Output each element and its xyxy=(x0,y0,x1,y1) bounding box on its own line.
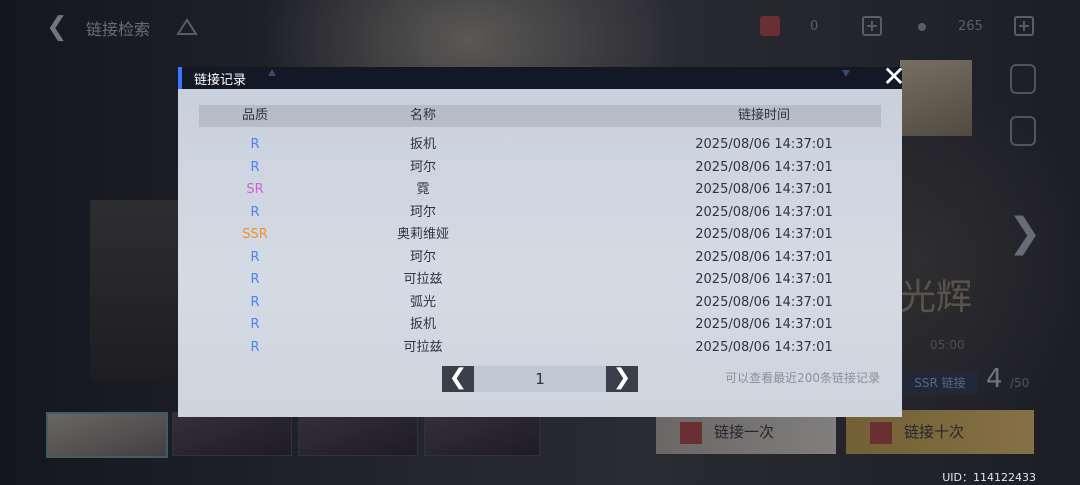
chevron-left-icon: ❮ xyxy=(448,365,468,390)
row-time: 2025/08/06 14:37:01 xyxy=(695,227,833,242)
row-time: 2025/08/06 14:37:01 xyxy=(695,137,833,152)
page-number: 1 xyxy=(535,370,545,388)
table-row: R 可拉兹 2025/08/06 14:37:01 xyxy=(199,337,881,359)
table-row: R 珂尔 2025/08/06 14:37:01 xyxy=(199,247,881,269)
row-quality: SSR xyxy=(242,227,268,242)
table-row: R 扳机 2025/08/06 14:37:01 xyxy=(199,314,881,336)
row-name: 扳机 xyxy=(409,317,436,332)
row-time: 2025/08/06 14:37:01 xyxy=(695,249,833,265)
header-time: 链接时间 xyxy=(737,108,790,123)
header-decoration xyxy=(268,69,276,76)
row-time: 2025/08/06 14:37:01 xyxy=(695,182,833,197)
table-row: R 弧光 2025/08/06 14:37:01 xyxy=(199,292,881,314)
row-quality: R xyxy=(250,294,260,310)
row-name: 扳机 xyxy=(409,137,436,152)
link-record-dialog: 链接记录 品质 名称 链接时间 R 扳机 2025/08/06 14:37:01… xyxy=(178,67,902,417)
record-limit-hint: 可以查看最近200条链接记录 xyxy=(725,371,880,385)
pagination: ❮ 1 ❯ xyxy=(442,366,638,392)
row-quality: R xyxy=(250,137,260,152)
header-accent xyxy=(178,67,182,89)
table-row: R 可拉兹 2025/08/06 14:37:01 xyxy=(199,269,881,291)
row-time: 2025/08/06 14:37:01 xyxy=(695,339,833,355)
row-name: 珂尔 xyxy=(409,159,436,175)
row-name: 可拉兹 xyxy=(403,272,443,287)
header-quality: 品质 xyxy=(241,108,268,123)
table-row: R 扳机 2025/08/06 14:37:01 xyxy=(199,134,881,156)
table-row: R 珂尔 2025/08/06 14:37:01 xyxy=(199,202,881,224)
row-time: 2025/08/06 14:37:01 xyxy=(695,204,833,220)
header-name: 名称 xyxy=(409,108,436,123)
close-icon[interactable]: ✕ xyxy=(880,63,908,91)
dialog-title: 链接记录 xyxy=(194,73,247,88)
row-name: 珂尔 xyxy=(409,249,436,265)
chevron-right-icon: ❯ xyxy=(612,365,632,390)
row-quality: R xyxy=(250,159,260,175)
row-quality: R xyxy=(250,249,260,265)
row-quality: R xyxy=(250,272,260,287)
row-time: 2025/08/06 14:37:01 xyxy=(695,159,833,175)
row-name: 奥莉维娅 xyxy=(396,227,449,242)
row-quality: R xyxy=(250,339,260,355)
row-name: 霓 xyxy=(416,182,430,197)
row-name: 珂尔 xyxy=(409,204,436,220)
table-row: SSR 奥莉维娅 2025/08/06 14:37:01 xyxy=(199,224,881,246)
row-quality: R xyxy=(250,317,260,332)
uid-text: UID：114122433 xyxy=(942,471,1036,484)
prev-page-button[interactable]: ❮ xyxy=(442,366,474,392)
row-time: 2025/08/06 14:37:01 xyxy=(695,317,833,332)
row-quality: R xyxy=(250,204,260,220)
row-name: 可拉兹 xyxy=(403,339,443,355)
row-name: 弧光 xyxy=(409,294,436,310)
next-page-button[interactable]: ❯ xyxy=(606,366,638,392)
row-quality: SR xyxy=(246,182,264,197)
row-time: 2025/08/06 14:37:01 xyxy=(695,272,833,287)
table-row: R 珂尔 2025/08/06 14:37:01 xyxy=(199,157,881,179)
table-row: SR 霓 2025/08/06 14:37:01 xyxy=(199,179,881,201)
table-header: 品质 名称 链接时间 xyxy=(199,105,881,127)
dialog-header: 链接记录 xyxy=(178,67,902,89)
row-time: 2025/08/06 14:37:01 xyxy=(695,294,833,310)
